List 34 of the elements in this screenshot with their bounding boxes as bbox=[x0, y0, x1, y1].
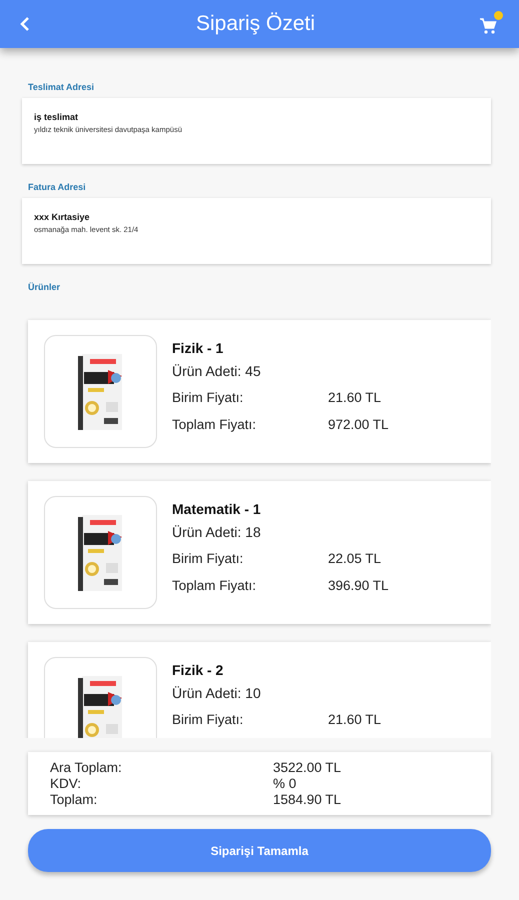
section-label: Teslimat Adresi bbox=[27, 82, 96, 92]
page-title: Sipariş Özeti bbox=[196, 12, 316, 36]
price-label: Toplam Fiyatı: bbox=[172, 578, 258, 593]
price-label: Birim Fiyatı: bbox=[172, 390, 244, 405]
product-card[interactable]: Fizik - 2 Ürün Adeti: 10 Birim Fiyatı: 21.60 TL bbox=[28, 642, 491, 738]
address-name: xxx Kırtasiye bbox=[34, 212, 91, 222]
product-card[interactable]: Fizik - 1 Ürün Adeti: 45 Birim Fiyatı: 21.60 TL Toplam Fiyatı: 972.00 TL bbox=[28, 320, 491, 463]
summary-label: KDV: bbox=[50, 776, 82, 791]
summary-value: % 0 bbox=[273, 776, 298, 791]
price-label: Birim Fiyatı: bbox=[172, 551, 244, 566]
product-title: Fizik - 2 bbox=[172, 662, 224, 678]
cart-badge bbox=[494, 11, 503, 20]
back-icon[interactable] bbox=[18, 16, 32, 32]
section-label: Ürünler bbox=[27, 282, 62, 292]
product-quantity: Ürün Adeti: 10 bbox=[172, 685, 262, 701]
price-value: 396.90 TL bbox=[328, 578, 389, 593]
product-title: Matematik - 1 bbox=[172, 501, 262, 517]
product-title: Fizik - 1 bbox=[172, 340, 224, 356]
price-label: Birim Fiyatı: bbox=[172, 712, 244, 727]
product-quantity: Ürün Adeti: 45 bbox=[172, 363, 262, 379]
summary-label: Ara Toplam: bbox=[50, 760, 123, 775]
price-value: 21.60 TL bbox=[328, 712, 382, 727]
product-quantity: Ürün Adeti: 18 bbox=[172, 524, 262, 540]
cart-icon[interactable] bbox=[478, 17, 497, 35]
summary-label: Toplam: bbox=[50, 792, 98, 807]
section-label: Fatura Adresi bbox=[27, 182, 87, 192]
product-card[interactable]: Matematik - 1 Ürün Adeti: 18 Birim Fiyatı: 22.05 TL Toplam Fiyatı: 396.90 TL bbox=[28, 481, 491, 624]
summary-value: 1584.90 TL bbox=[273, 792, 342, 807]
summary-value: 3522.00 TL bbox=[273, 760, 342, 775]
price-value: 22.05 TL bbox=[328, 551, 382, 566]
price-label: Toplam Fiyatı: bbox=[172, 417, 258, 432]
price-value: 972.00 TL bbox=[328, 417, 389, 432]
price-value: 21.60 TL bbox=[328, 390, 382, 405]
address-name: iş teslimat bbox=[34, 112, 80, 122]
